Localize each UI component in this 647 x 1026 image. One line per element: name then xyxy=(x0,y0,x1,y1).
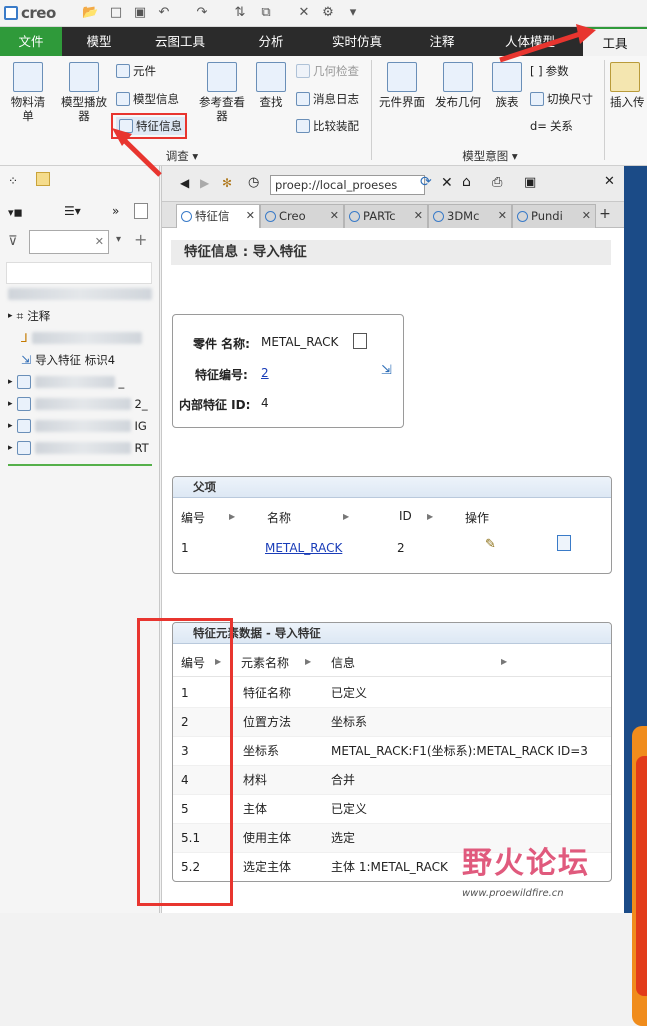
annotation-arrows xyxy=(112,24,596,177)
watermark-text: 野火论坛 xyxy=(462,846,590,881)
watermark-url: www.proewildfire.cn xyxy=(462,888,564,899)
arrow-to-feature-info xyxy=(122,138,162,177)
watermark-logo: 野火论坛 www.proewildfire.cn xyxy=(462,838,632,908)
arrow-to-tools-tab xyxy=(499,31,581,63)
arrow-head xyxy=(576,24,596,44)
